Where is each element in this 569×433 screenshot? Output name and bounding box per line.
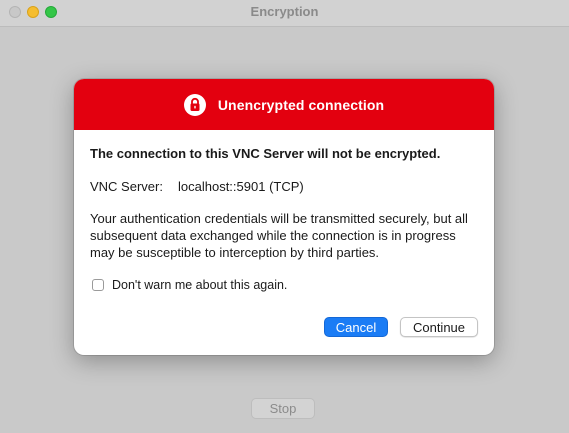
dont-warn-checkbox[interactable] xyxy=(92,279,104,291)
dialog-header: Unencrypted connection xyxy=(74,79,494,130)
unencrypted-connection-dialog: Unencrypted connection The connection to… xyxy=(74,79,494,355)
server-label: VNC Server: xyxy=(90,179,163,194)
window-titlebar: Encryption xyxy=(0,0,569,27)
dialog-buttons: Cancel Continue xyxy=(324,317,478,337)
server-value: localhost::5901 (TCP) xyxy=(178,179,304,194)
window-title: Encryption xyxy=(250,4,319,19)
server-row: VNC Server: localhost::5901 (TCP) xyxy=(90,179,478,194)
lock-icon xyxy=(183,93,206,116)
stop-button[interactable]: Stop xyxy=(251,398,315,419)
dont-warn-label[interactable]: Don't warn me about this again. xyxy=(112,278,287,292)
dialog-title: Unencrypted connection xyxy=(217,96,385,113)
dont-warn-row[interactable]: Don't warn me about this again. xyxy=(90,278,478,292)
dialog-headline: The connection to this VNC Server will n… xyxy=(90,146,441,161)
continue-button[interactable]: Continue xyxy=(400,317,478,337)
warning-description: Your authentication credentials will be … xyxy=(90,211,468,260)
dialog-body: The connection to this VNC Server will n… xyxy=(74,130,494,292)
cancel-button[interactable]: Cancel xyxy=(324,317,388,337)
